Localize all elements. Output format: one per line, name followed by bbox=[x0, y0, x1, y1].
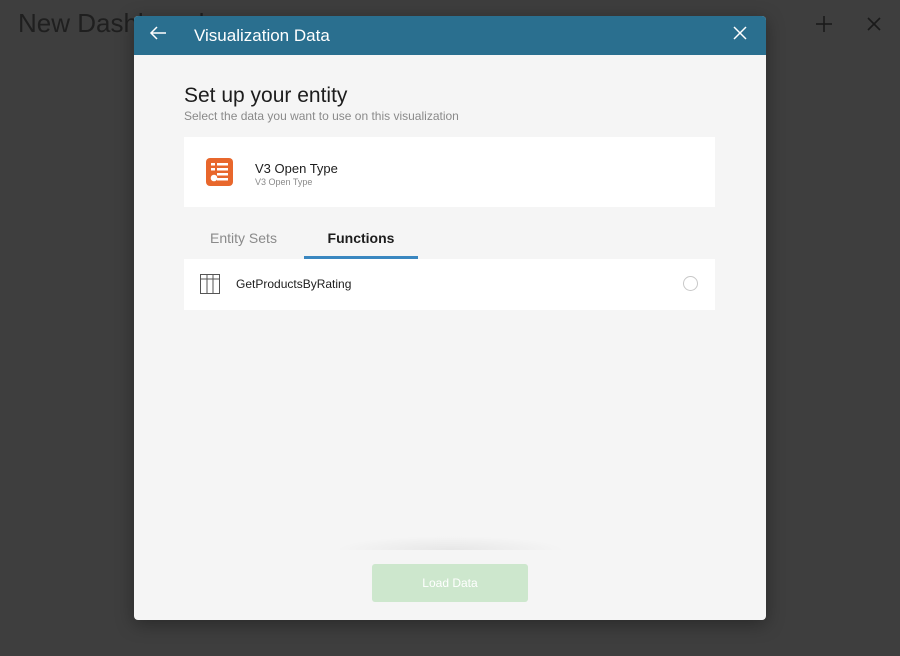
app-screen: New Dashboard Visualization Data Set up … bbox=[0, 0, 900, 656]
page-heading: Set up your entity bbox=[184, 84, 348, 107]
data-source-name: V3 Open Type bbox=[255, 161, 338, 176]
function-select-radio[interactable] bbox=[683, 276, 698, 291]
load-data-button[interactable]: Load Data bbox=[372, 564, 528, 602]
dialog-title: Visualization Data bbox=[194, 26, 330, 45]
dialog-close-button[interactable] bbox=[720, 16, 760, 55]
data-source-subtitle: V3 Open Type bbox=[255, 177, 313, 187]
close-icon[interactable] bbox=[860, 10, 888, 38]
footer-divider-shadow bbox=[334, 536, 566, 550]
plus-icon[interactable] bbox=[810, 10, 838, 38]
list-item[interactable]: GetProductsByRating bbox=[184, 259, 715, 310]
visualization-data-dialog: Visualization Data Set up your entity Se… bbox=[134, 16, 766, 620]
entity-tabs: Entity Sets Functions bbox=[184, 217, 715, 259]
dialog-header: Visualization Data bbox=[134, 16, 766, 55]
page-subheading: Select the data you want to use on this … bbox=[184, 109, 459, 123]
tab-functions[interactable]: Functions bbox=[304, 217, 418, 259]
back-button[interactable] bbox=[138, 16, 178, 55]
table-grid-icon bbox=[200, 274, 220, 294]
tab-entity-sets[interactable]: Entity Sets bbox=[184, 217, 303, 259]
arrow-left-icon bbox=[149, 25, 167, 46]
data-source-card: V3 Open Type V3 Open Type bbox=[184, 137, 715, 207]
function-name: GetProductsByRating bbox=[236, 277, 352, 291]
close-icon bbox=[733, 26, 747, 45]
odata-table-icon bbox=[206, 158, 233, 186]
